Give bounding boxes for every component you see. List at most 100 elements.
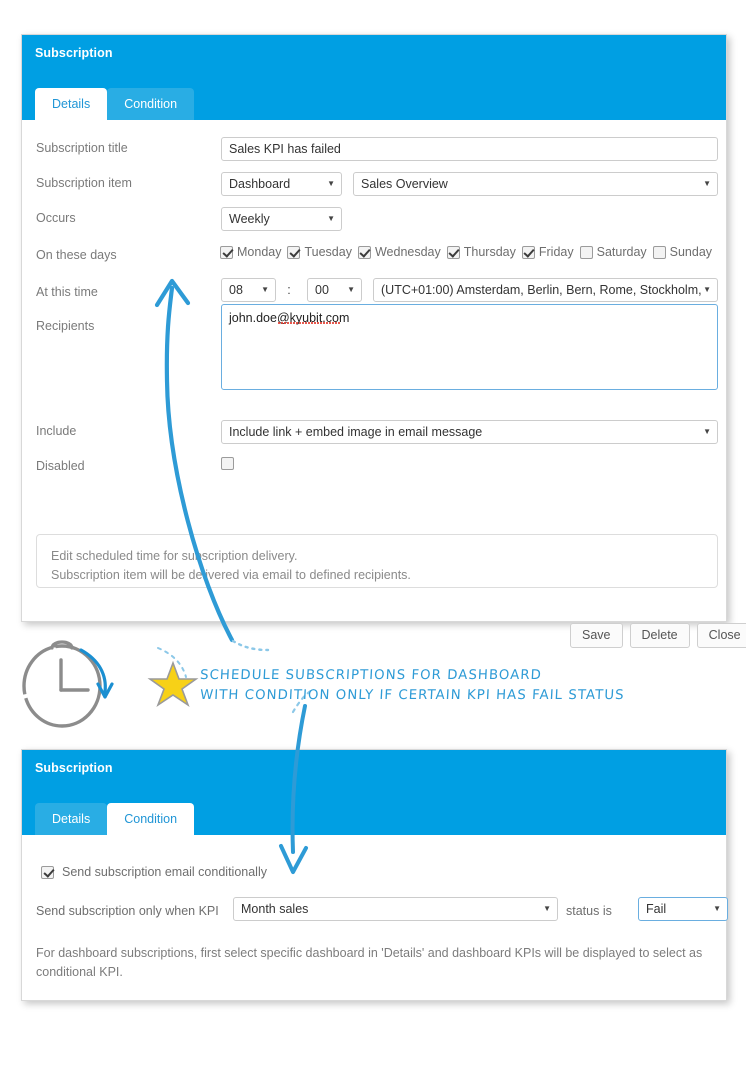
chevron-down-icon: ▼: [703, 427, 711, 436]
status-select[interactable]: Fail ▼: [638, 897, 728, 921]
label-at-this-time: At this time: [36, 285, 98, 299]
panel-header-details: Subscription Details Condition: [22, 35, 726, 120]
label-subscription-title: Subscription title: [36, 141, 128, 155]
include-value: Include link + embed image in email mess…: [229, 425, 483, 439]
chevron-down-icon: ▼: [543, 904, 551, 913]
checkbox-icon[interactable]: [287, 245, 301, 259]
subscription-condition-panel: Subscription Details Condition Send subs…: [21, 749, 728, 1001]
subscription-item-name-value: Sales Overview: [361, 177, 448, 191]
chevron-down-icon: ▼: [327, 214, 335, 223]
day-label: Sunday: [669, 245, 713, 259]
tab-condition[interactable]: Condition: [107, 803, 195, 835]
row-subscription-item: Subscription item: [36, 176, 132, 190]
day-checkbox-monday[interactable]: Monday: [220, 245, 281, 259]
tab-details[interactable]: Details: [35, 88, 108, 120]
annotation-line-2: WITH CONDITION ONLY IF CERTAIN KPI HAS F…: [199, 688, 625, 703]
day-label: Tuesday: [304, 245, 352, 259]
minute-select[interactable]: 00 ▼: [307, 278, 362, 302]
panel-header-condition: Subscription Details Condition: [22, 750, 726, 835]
delete-button[interactable]: Delete: [629, 623, 690, 648]
label-occurs: Occurs: [36, 211, 76, 225]
chevron-down-icon: ▼: [713, 904, 721, 913]
checkbox-icon[interactable]: [521, 245, 535, 259]
chevron-down-icon: ▼: [261, 285, 269, 294]
info-line-2: Subscription item will be delivered via …: [51, 568, 411, 582]
label-recipients: Recipients: [36, 319, 95, 333]
panel-title: Subscription: [35, 761, 113, 775]
checkbox-icon[interactable]: [446, 245, 460, 259]
close-button[interactable]: Close: [696, 623, 746, 648]
subscription-item-type-select[interactable]: Dashboard ▼: [221, 172, 342, 196]
screenshot-root: Subscription Details Condition Subscript…: [0, 0, 746, 1080]
subscription-item-name-select[interactable]: Sales Overview ▼: [353, 172, 718, 196]
row-recipients: Recipients: [36, 319, 94, 333]
tab-condition[interactable]: Condition: [107, 88, 195, 120]
day-label: Friday: [538, 245, 574, 259]
arrow-tail-dashes: [231, 639, 270, 652]
chevron-down-icon: ▼: [703, 285, 711, 294]
checkbox-icon[interactable]: [41, 865, 54, 879]
label-include: Include: [36, 424, 77, 438]
day-label: Thursday: [463, 245, 516, 259]
subscription-title-input[interactable]: Sales KPI has failed: [221, 137, 718, 161]
save-button[interactable]: Save: [570, 623, 623, 648]
day-label: Monday: [237, 245, 282, 259]
label-subscription-item: Subscription item: [36, 176, 132, 190]
day-label: Wednesday: [374, 245, 441, 259]
row-on-these-days: On these days: [36, 248, 117, 262]
row-occurs: Occurs: [36, 211, 76, 225]
spellcheck-underline: [278, 322, 340, 324]
days-checkbox-group: Monday Tuesday Wednesday Thursday Friday: [220, 245, 712, 259]
star-icon: [147, 660, 199, 708]
status-is-label: status is: [566, 904, 612, 918]
hour-select[interactable]: 08 ▼: [221, 278, 276, 302]
status-value: Fail: [646, 902, 667, 916]
footer-button-row: Save Delete Close: [570, 623, 746, 648]
recipients-textarea[interactable]: [221, 304, 718, 390]
chevron-down-icon: ▼: [327, 179, 335, 188]
checkbox-icon[interactable]: [579, 245, 593, 259]
row-at-this-time: At this time: [36, 285, 98, 299]
day-checkbox-tuesday[interactable]: Tuesday: [287, 245, 352, 259]
day-checkbox-friday[interactable]: Friday: [521, 245, 574, 259]
row-subscription-title: Subscription title: [36, 141, 128, 155]
checkbox-icon[interactable]: [220, 245, 233, 259]
kpi-value: Month sales: [241, 902, 309, 916]
day-checkbox-thursday[interactable]: Thursday: [446, 245, 516, 259]
tab-bar-details: Details Condition: [35, 88, 195, 120]
send-conditionally-checkbox-row[interactable]: Send subscription email conditionally: [41, 865, 267, 879]
condition-note-line-2: conditional KPI.: [36, 965, 123, 979]
checkbox-icon[interactable]: [357, 245, 371, 259]
include-select[interactable]: Include link + embed image in email mess…: [221, 420, 718, 444]
occurs-select[interactable]: Weekly ▼: [221, 207, 342, 231]
timezone-value: (UTC+01:00) Amsterdam, Berlin, Bern, Rom…: [381, 283, 702, 297]
send-conditionally-label: Send subscription email conditionally: [62, 865, 267, 879]
kpi-select[interactable]: Month sales ▼: [233, 897, 558, 921]
timezone-select[interactable]: (UTC+01:00) Amsterdam, Berlin, Bern, Rom…: [373, 278, 718, 302]
condition-note: For dashboard subscriptions, first selec…: [36, 944, 708, 982]
day-checkbox-wednesday[interactable]: Wednesday: [357, 245, 441, 259]
annotation-dash-connector: [157, 647, 187, 678]
row-include: Include: [36, 424, 76, 438]
chevron-down-icon: ▼: [347, 285, 355, 294]
tab-details[interactable]: Details: [35, 803, 108, 835]
day-checkbox-sunday[interactable]: Sunday: [652, 245, 713, 259]
minute-value: 00: [315, 283, 329, 297]
hour-value: 08: [229, 283, 243, 297]
subscription-item-type-value: Dashboard: [229, 177, 291, 191]
annotation-line-1: SCHEDULE SUBSCRIPTIONS FOR DASHBOARD: [199, 668, 543, 683]
day-label: Saturday: [596, 245, 647, 259]
info-box: Edit scheduled time for subscription del…: [36, 534, 718, 588]
time-separator: :: [287, 283, 291, 297]
subscription-details-panel: Subscription Details Condition Subscript…: [21, 34, 746, 648]
kpi-prefix-label: Send subscription only when KPI: [36, 904, 219, 918]
checkbox-icon[interactable]: [652, 245, 666, 259]
panel-title: Subscription: [35, 46, 113, 60]
row-disabled: Disabled: [36, 459, 85, 473]
condition-note-line-1: For dashboard subscriptions, first selec…: [36, 946, 703, 960]
info-line-1: Edit scheduled time for subscription del…: [51, 549, 298, 563]
label-disabled: Disabled: [36, 459, 85, 473]
disabled-checkbox[interactable]: [221, 457, 234, 470]
day-checkbox-saturday[interactable]: Saturday: [579, 245, 647, 259]
occurs-value: Weekly: [229, 212, 270, 226]
